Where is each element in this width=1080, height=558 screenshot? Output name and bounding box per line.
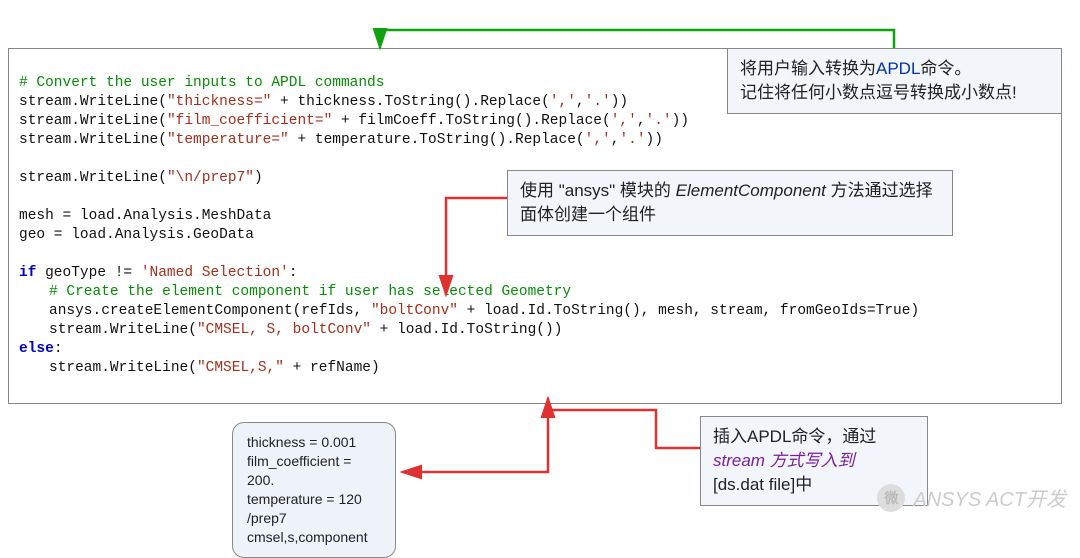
code-l3a: stream.WriteLine( <box>19 113 167 129</box>
code-l16b: + refName) <box>284 360 380 376</box>
code-l13b: + load.Id.ToString(), mesh, stream, from… <box>458 303 919 319</box>
code-l6b: ) <box>254 170 263 186</box>
code-l3s3: '.' <box>646 113 672 129</box>
callout-br-2: [ds.dat file]中 <box>713 475 812 494</box>
code-l16a: stream.WriteLine( <box>49 360 197 376</box>
watermark: 微 ANSYS ACT开发 <box>877 483 1066 512</box>
code-l2s3: '.' <box>585 94 611 110</box>
watermark-label: ANSYS ACT开发 <box>913 483 1066 512</box>
code-l11b: geoType != <box>36 265 140 281</box>
code-l16s: "CMSEL,S," <box>197 360 284 376</box>
values-l5: cmsel,s,component <box>247 528 381 547</box>
code-comment-2: # Create the element component if user h… <box>49 284 571 300</box>
code-l6a: stream.WriteLine( <box>19 170 167 186</box>
code-l4s3: '.' <box>619 132 645 148</box>
values-l3: temperature = 120 <box>247 490 381 509</box>
callout-br-1: 插入APDL命令，通过 <box>713 427 876 446</box>
code-l9: geo = load.Analysis.GeoData <box>19 227 254 243</box>
code-else: else <box>19 341 54 357</box>
code-l3s2: ',' <box>611 113 637 129</box>
callout-middle: 使用 "ansys" 模块的 ElementComponent 方法通过选择面体… <box>507 170 953 236</box>
code-l4s: "temperature=" <box>167 132 289 148</box>
values-l1: thickness = 0.001 <box>247 433 381 452</box>
code-l15c: : <box>54 341 63 357</box>
code-l2s: "thickness=" <box>167 94 271 110</box>
code-l6s: "\n/prep7" <box>167 170 254 186</box>
callout-br-way: 方式写入到 <box>770 451 855 470</box>
callout-tr-text3: 记住将任何小数点逗号转换成小数点! <box>740 83 1017 102</box>
code-l3s: "film_coefficient=" <box>167 113 332 129</box>
code-l2b: + thickness.ToString().Replace( <box>271 94 549 110</box>
code-l11s: 'Named Selection' <box>141 265 289 281</box>
code-l13a: ansys.createElementComponent(refIds, <box>49 303 371 319</box>
code-l4a: stream.WriteLine( <box>19 132 167 148</box>
callout-tr-apdl: APDL <box>876 59 920 78</box>
code-l3c: , <box>637 113 646 129</box>
callout-mid-a: 使用 "ansys" 模块的 <box>520 181 676 200</box>
values-l4: /prep7 <box>247 509 381 528</box>
callout-tr-text2: 命令。 <box>920 59 971 78</box>
code-l13s: "boltConv" <box>371 303 458 319</box>
code-l4b: + temperature.ToString().Replace( <box>289 132 585 148</box>
code-l14b: + load.Id.ToString()) <box>371 322 562 338</box>
code-l14a: stream.WriteLine( <box>49 322 197 338</box>
code-l3d: )) <box>672 113 689 129</box>
callout-br-stream: stream <box>713 451 770 470</box>
code-l4s2: ',' <box>585 132 611 148</box>
code-l2c: , <box>576 94 585 110</box>
callout-mid-elem: ElementComponent <box>676 181 826 200</box>
code-l3b: + filmCoeff.ToString().Replace( <box>332 113 610 129</box>
code-l2d: )) <box>611 94 628 110</box>
callout-top-right: 将用户输入转换为APDL命令。 记住将任何小数点逗号转换成小数点! <box>727 48 1062 114</box>
values-box: thickness = 0.001 film_coefficient = 200… <box>232 422 396 558</box>
values-l2: film_coefficient = 200. <box>247 452 381 490</box>
code-l2s2: ',' <box>550 94 576 110</box>
code-l8: mesh = load.Analysis.MeshData <box>19 208 271 224</box>
code-if: if <box>19 265 36 281</box>
wechat-icon: 微 <box>877 484 905 512</box>
code-comment-1: # Convert the user inputs to APDL comman… <box>19 75 384 91</box>
code-l4d: )) <box>646 132 663 148</box>
code-l11c: : <box>289 265 298 281</box>
callout-tr-text1: 将用户输入转换为 <box>740 59 876 78</box>
code-l2a: stream.WriteLine( <box>19 94 167 110</box>
code-l14s: "CMSEL, S, boltConv" <box>197 322 371 338</box>
